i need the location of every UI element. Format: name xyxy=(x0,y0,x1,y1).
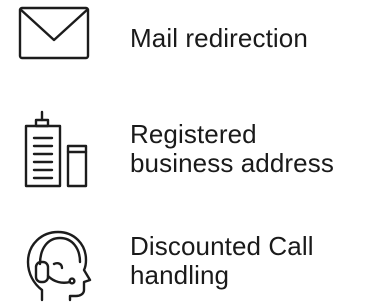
buildings-icon xyxy=(14,110,98,196)
feature-label-line: Registered xyxy=(130,119,257,149)
feature-label: Discounted Call handling xyxy=(130,232,314,290)
feature-call-handling: Discounted Call handling xyxy=(0,222,376,302)
feature-label-line: business address xyxy=(130,148,334,178)
envelope-icon xyxy=(14,2,94,64)
feature-label-line: Discounted Call xyxy=(130,231,314,261)
feature-label: Registered business address xyxy=(130,120,334,178)
headset-icon xyxy=(14,224,98,302)
feature-registered-address: Registered business address xyxy=(0,110,376,200)
feature-label-line: handling xyxy=(130,260,230,290)
feature-label: Mail redirection xyxy=(130,23,308,53)
feature-mail-redirection: Mail redirection xyxy=(0,0,376,80)
